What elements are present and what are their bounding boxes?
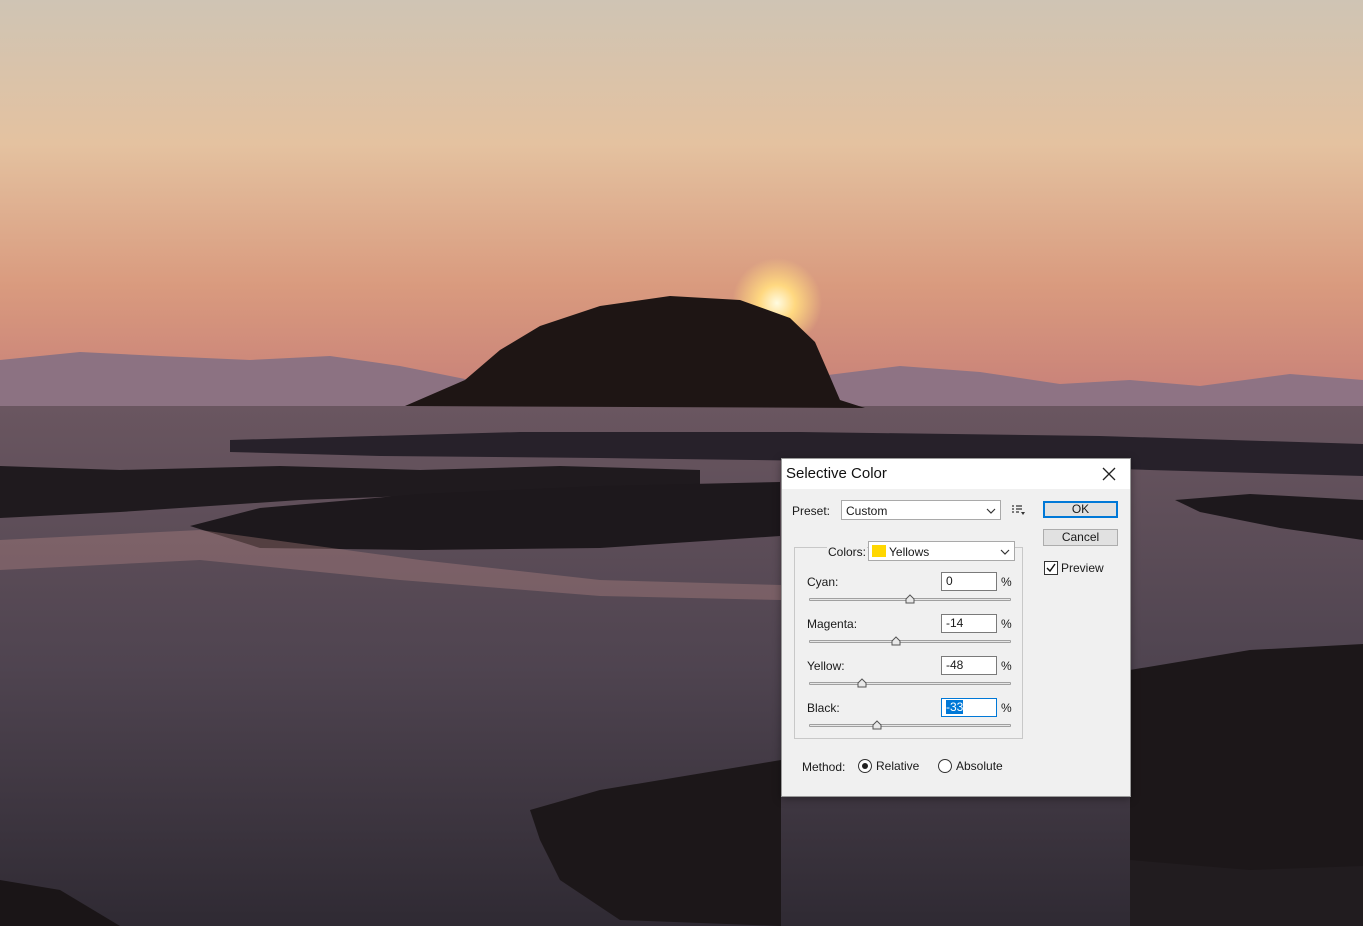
preview-checkbox[interactable] bbox=[1044, 561, 1058, 575]
colors-label: Colors: bbox=[827, 545, 868, 559]
relative-radio[interactable] bbox=[858, 759, 872, 773]
magenta-slider-track[interactable] bbox=[809, 640, 1011, 643]
preset-options-icon bbox=[1012, 505, 1025, 515]
black-input-selected-text: -33 bbox=[946, 700, 964, 714]
yellow-slider-thumb[interactable] bbox=[857, 678, 867, 688]
preset-options-button[interactable] bbox=[1011, 503, 1027, 517]
black-percent: % bbox=[1001, 701, 1012, 715]
yellow-percent: % bbox=[1001, 659, 1012, 673]
preview-label: Preview bbox=[1061, 561, 1104, 575]
cyan-percent: % bbox=[1001, 575, 1012, 589]
cancel-button[interactable]: Cancel bbox=[1043, 529, 1118, 546]
dialog-title: Selective Color bbox=[786, 465, 887, 482]
yellow-label: Yellow: bbox=[807, 659, 845, 673]
method-label: Method: bbox=[802, 760, 846, 774]
yellow-swatch bbox=[872, 545, 886, 557]
absolute-label: Absolute bbox=[956, 759, 1003, 773]
selective-color-dialog: Selective Color Preset: Custom OK Cancel… bbox=[781, 458, 1131, 797]
yellow-slider-track[interactable] bbox=[809, 682, 1011, 685]
dialog-titlebar[interactable]: Selective Color bbox=[782, 459, 1130, 489]
cyan-label: Cyan: bbox=[807, 575, 839, 589]
radio-selected-dot bbox=[862, 763, 868, 769]
preset-dropdown[interactable]: Custom bbox=[841, 500, 1001, 520]
colors-value: Yellows bbox=[889, 545, 930, 559]
black-input[interactable]: -33 bbox=[941, 698, 997, 717]
magenta-slider-thumb[interactable] bbox=[891, 636, 901, 646]
black-label: Black: bbox=[807, 701, 840, 715]
checkmark-icon bbox=[1046, 563, 1056, 573]
preset-value: Custom bbox=[846, 504, 888, 518]
black-slider-track[interactable] bbox=[809, 724, 1011, 727]
magenta-percent: % bbox=[1001, 617, 1012, 631]
ok-button[interactable]: OK bbox=[1043, 501, 1118, 518]
magenta-input[interactable]: -14 bbox=[941, 614, 997, 633]
magenta-label: Magenta: bbox=[807, 617, 858, 631]
absolute-radio[interactable] bbox=[938, 759, 952, 773]
background-photo bbox=[0, 0, 1363, 926]
yellow-input[interactable]: -48 bbox=[941, 656, 997, 675]
colors-dropdown[interactable]: Yellows bbox=[868, 541, 1015, 561]
close-icon bbox=[1102, 467, 1116, 481]
black-slider-thumb[interactable] bbox=[872, 720, 882, 730]
relative-label: Relative bbox=[876, 759, 920, 773]
preset-label: Preset: bbox=[792, 504, 831, 518]
chevron-down-icon bbox=[986, 508, 996, 514]
cyan-slider-thumb[interactable] bbox=[905, 594, 915, 604]
chevron-down-icon bbox=[1000, 549, 1010, 555]
close-button[interactable] bbox=[1088, 459, 1130, 489]
cyan-input[interactable]: 0 bbox=[941, 572, 997, 591]
